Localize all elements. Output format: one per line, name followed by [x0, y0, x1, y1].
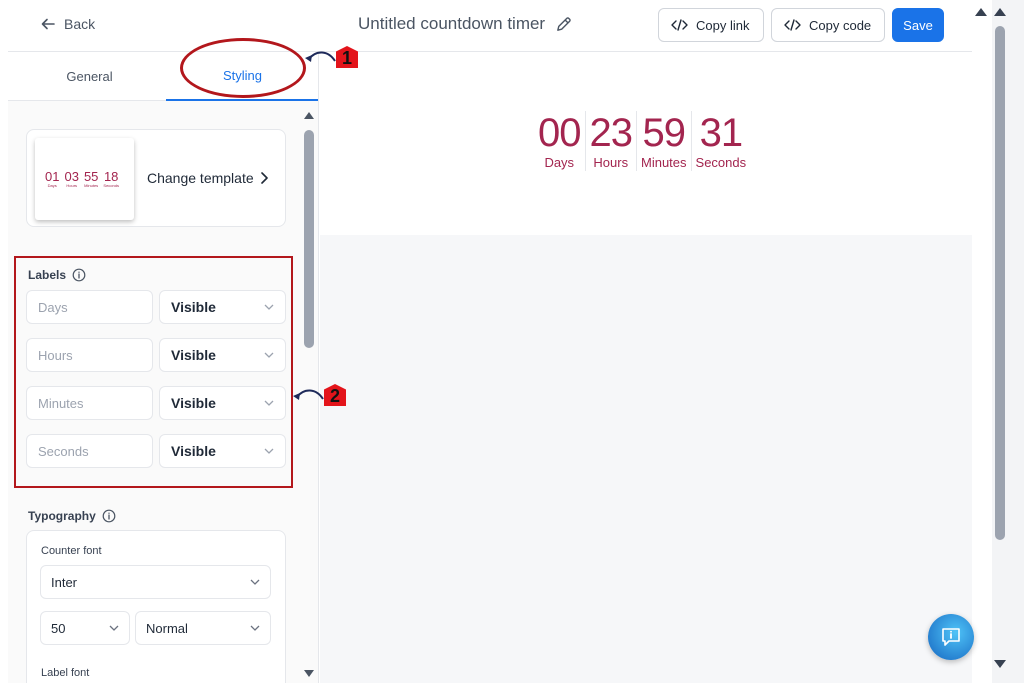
- timer-label: Minutes: [641, 155, 687, 170]
- typography-card: Counter font Inter 50 Normal Label font: [26, 530, 286, 683]
- sidebar-scrollbar-thumb[interactable]: [304, 130, 314, 348]
- chevron-right-icon: [260, 172, 268, 184]
- tab-general[interactable]: General: [13, 52, 166, 101]
- copy-link-label: Copy link: [696, 17, 750, 33]
- sidebar-scroll-up[interactable]: [304, 112, 314, 119]
- copy-code-label: Copy code: [809, 17, 872, 33]
- template-thumbnail: 01 Days 03 Hours 55 Minutes 18 Seconds: [35, 138, 134, 220]
- info-icon[interactable]: [102, 509, 116, 523]
- pencil-icon[interactable]: [555, 16, 572, 33]
- timer-label: Seconds: [695, 155, 747, 170]
- code-icon: [784, 19, 801, 31]
- countdown-timer: 00 Days 23 Hours 59 Minutes 31 Seconds: [534, 111, 750, 171]
- timer-value: 00: [538, 111, 581, 155]
- change-template-link[interactable]: Change template: [147, 170, 268, 186]
- timer-value: 23: [589, 111, 633, 155]
- thumb-unit: 18 Seconds: [103, 169, 119, 188]
- thumb-unit: 55 Minutes: [83, 169, 99, 188]
- annotation-callout-1: 1: [304, 46, 358, 68]
- counter-font-select[interactable]: Inter: [40, 565, 271, 599]
- timer-title[interactable]: Untitled countdown timer: [358, 14, 572, 34]
- change-template-card[interactable]: 01 Days 03 Hours 55 Minutes 18 Seconds Chang…: [26, 129, 286, 227]
- arrow-left-icon: [41, 18, 55, 30]
- timer-title-text: Untitled countdown timer: [358, 14, 546, 33]
- label-font-label: Label font: [41, 667, 90, 679]
- timer-unit-hours: 23 Hours: [584, 111, 637, 171]
- scroll-down-arrow[interactable]: [994, 660, 1006, 668]
- thumb-unit: 01 Days: [45, 169, 60, 188]
- sidebar-scroll-down[interactable]: [304, 670, 314, 677]
- back-button[interactable]: Back: [40, 16, 95, 32]
- code-icon: [671, 19, 688, 31]
- annotation-badge-2: 2: [324, 384, 346, 406]
- counter-font-label: Counter font: [41, 545, 102, 557]
- counter-weight-select[interactable]: Normal: [135, 611, 271, 645]
- change-template-label: Change template: [147, 170, 254, 186]
- top-bar: Back Untitled countdown timer Copy link …: [8, 0, 972, 52]
- timer-value: 31: [699, 111, 743, 155]
- annotation-rectangle: [14, 256, 293, 488]
- curved-arrow-icon: [293, 389, 324, 400]
- typography-heading: Typography: [28, 509, 116, 523]
- back-label: Back: [64, 16, 96, 32]
- scroll-up-arrow[interactable]: [994, 8, 1006, 16]
- counter-size-select[interactable]: 50: [40, 611, 130, 645]
- timer-value: 59: [642, 111, 686, 155]
- timer-unit-days: 00 Days: [534, 111, 585, 171]
- window-scrollbar-thumb[interactable]: [995, 26, 1005, 540]
- help-chat-button[interactable]: [928, 614, 974, 660]
- chevron-down-icon: [109, 625, 119, 631]
- annotation-callout-2: 2: [292, 384, 346, 406]
- timer-unit-minutes: 59 Minutes: [636, 111, 691, 171]
- annotation-badge-1: 1: [336, 46, 358, 68]
- save-button[interactable]: Save: [892, 8, 944, 42]
- chat-info-icon: [942, 628, 960, 646]
- copy-link-button[interactable]: Copy link: [658, 8, 764, 42]
- timer-unit-seconds: 31 Seconds: [690, 111, 751, 171]
- chevron-down-icon: [250, 625, 260, 631]
- timer-label: Hours: [593, 155, 629, 170]
- thumb-unit: 03 Hours: [64, 169, 79, 188]
- copy-code-button[interactable]: Copy code: [771, 8, 885, 42]
- curved-arrow-icon: [305, 51, 336, 62]
- preview-background: [320, 235, 972, 683]
- chevron-down-icon: [250, 579, 260, 585]
- timer-label: Days: [544, 155, 575, 170]
- scroll-up-arrow[interactable]: [975, 8, 987, 16]
- annotation-ellipse: [180, 38, 306, 98]
